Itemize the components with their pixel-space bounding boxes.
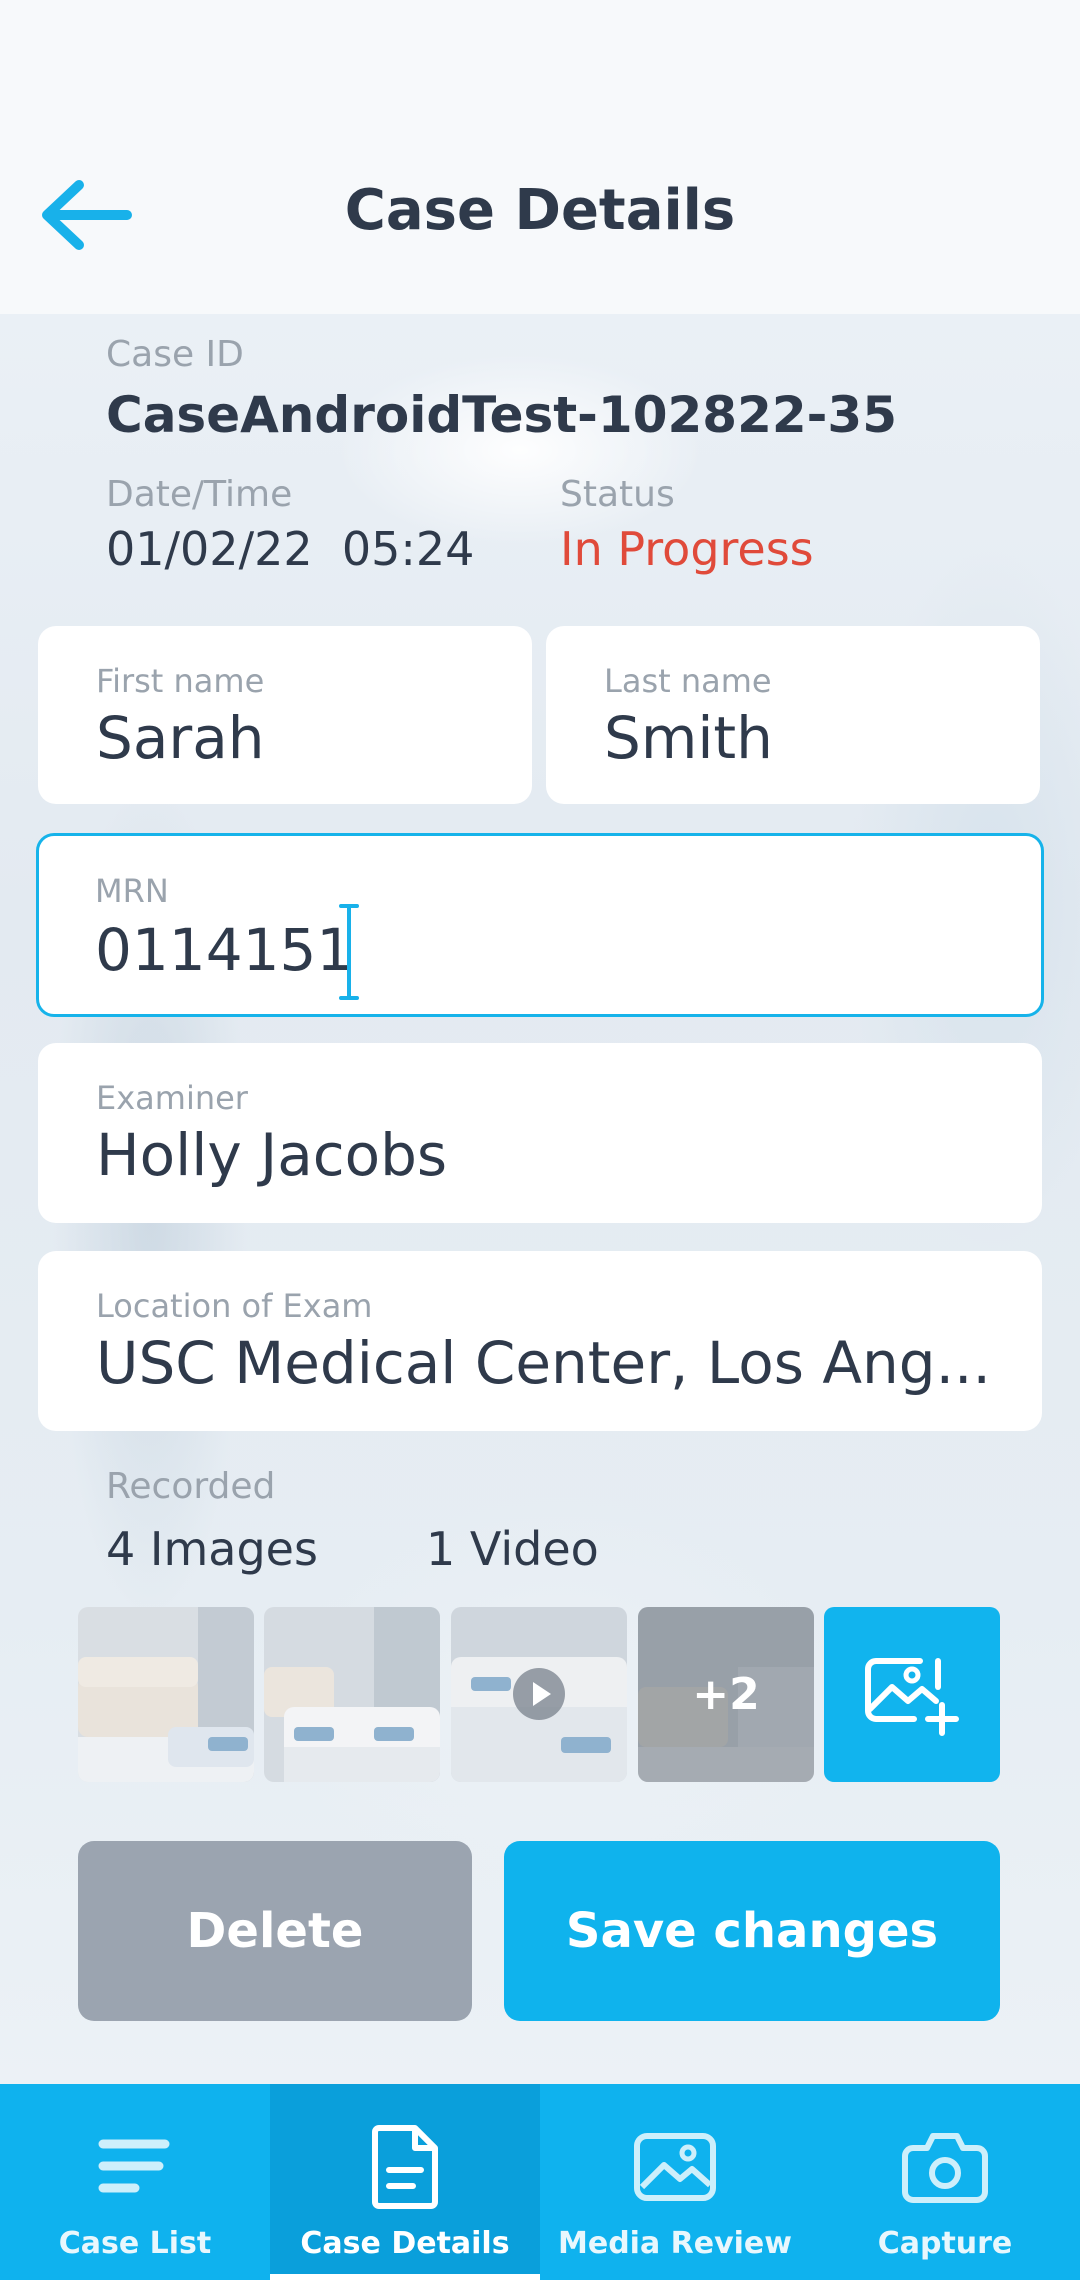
recorded-images-count: 4 Images bbox=[106, 1522, 318, 1576]
examiner-field[interactable]: Examiner Holly Jacobs bbox=[38, 1043, 1042, 1223]
last-name-field[interactable]: Last name Smith bbox=[546, 626, 1040, 804]
last-name-label: Last name bbox=[604, 662, 772, 700]
text-cursor-icon bbox=[339, 904, 359, 1000]
list-icon bbox=[98, 2139, 170, 2193]
datetime-value: 01/02/22 05:24 bbox=[106, 522, 475, 576]
camera-icon bbox=[902, 2133, 988, 2203]
nav-label: Capture bbox=[877, 2226, 1013, 2261]
status-label: Status bbox=[560, 474, 675, 515]
mrn-label: MRN bbox=[95, 872, 169, 910]
page-title: Case Details bbox=[344, 178, 736, 243]
location-label: Location of Exam bbox=[96, 1287, 373, 1325]
mrn-field[interactable]: MRN 0114151 bbox=[36, 833, 1044, 1017]
play-icon bbox=[513, 1668, 565, 1720]
recorded-video-count: 1 Video bbox=[426, 1522, 599, 1576]
nav-label: Case Details bbox=[300, 2226, 510, 2261]
first-name-field[interactable]: First name Sarah bbox=[38, 626, 532, 804]
examiner-label: Examiner bbox=[96, 1079, 248, 1117]
more-media-count: +2 bbox=[692, 1669, 760, 1720]
top-app-bar: Case Details bbox=[0, 0, 1080, 314]
case-id-label: Case ID bbox=[106, 334, 244, 375]
delete-button[interactable]: Delete bbox=[78, 1841, 472, 2021]
document-icon bbox=[372, 2125, 438, 2209]
mrn-value: 0114151 bbox=[95, 916, 354, 984]
hospital-room-image bbox=[78, 1607, 254, 1782]
recorded-label: Recorded bbox=[106, 1466, 276, 1507]
nav-label: Case List bbox=[58, 2226, 212, 2261]
video-thumbnail[interactable] bbox=[451, 1607, 627, 1782]
add-image-icon bbox=[865, 1657, 959, 1736]
nav-item-capture[interactable]: Capture bbox=[810, 2084, 1080, 2280]
add-media-button[interactable] bbox=[824, 1607, 1000, 1782]
hospital-bed-image bbox=[264, 1607, 440, 1782]
media-thumbnail[interactable] bbox=[264, 1607, 440, 1782]
location-value: USC Medical Center, Los Ang... bbox=[96, 1329, 991, 1397]
save-changes-button[interactable]: Save changes bbox=[504, 1841, 1000, 2021]
media-thumbnail[interactable] bbox=[78, 1607, 254, 1782]
nav-item-media-review[interactable]: Media Review bbox=[540, 2084, 810, 2280]
location-field[interactable]: Location of Exam USC Medical Center, Los… bbox=[38, 1251, 1042, 1431]
case-id-value: CaseAndroidTest-102822-35 bbox=[106, 386, 897, 444]
bottom-navigation: Case List Case Details Media Review Capt… bbox=[0, 2084, 1080, 2280]
image-icon bbox=[634, 2133, 716, 2201]
more-media-thumbnail[interactable]: +2 bbox=[638, 1607, 814, 1782]
datetime-label: Date/Time bbox=[106, 474, 293, 515]
examiner-value: Holly Jacobs bbox=[96, 1121, 448, 1189]
first-name-value: Sarah bbox=[96, 704, 265, 772]
last-name-value: Smith bbox=[604, 704, 773, 772]
nav-item-case-list[interactable]: Case List bbox=[0, 2084, 270, 2280]
nav-item-case-details[interactable]: Case Details bbox=[270, 2084, 540, 2280]
status-value: In Progress bbox=[560, 522, 814, 576]
first-name-label: First name bbox=[96, 662, 265, 700]
nav-label: Media Review bbox=[558, 2226, 792, 2261]
